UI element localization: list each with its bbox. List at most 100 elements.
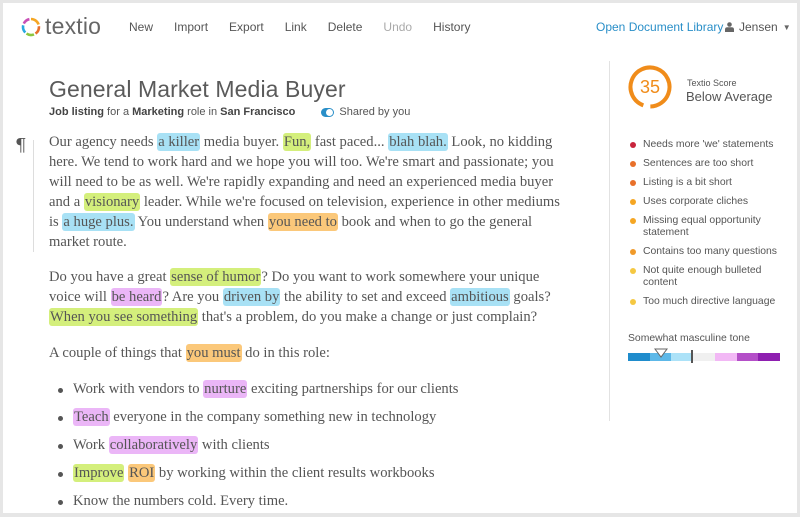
severity-dot-icon bbox=[630, 248, 636, 255]
issue-item[interactable]: Sentences are too short bbox=[627, 158, 797, 171]
highlight-blue[interactable]: blah blah. bbox=[388, 133, 448, 151]
nav-import[interactable]: Import bbox=[174, 20, 208, 34]
document-title[interactable]: General Market Media Buyer bbox=[49, 76, 346, 103]
bullet-item: Work collaboratively with clients bbox=[49, 436, 569, 456]
issue-item[interactable]: Missing equal opportunity statement bbox=[627, 215, 797, 240]
text-run: the ability to set and exceed bbox=[280, 289, 451, 306]
bullet-list: Work with vendors to nurture exciting pa… bbox=[49, 380, 569, 512]
highlight-orange[interactable]: you need to bbox=[267, 212, 338, 231]
severity-dot-icon bbox=[630, 142, 636, 148]
issue-label: Uses corporate cliches bbox=[643, 195, 749, 207]
highlight-green[interactable]: Improve bbox=[73, 464, 125, 483]
text-run: Work bbox=[73, 437, 109, 454]
paragraph-marker bbox=[33, 140, 34, 252]
highlight-purple[interactable]: Teach bbox=[73, 408, 110, 427]
issues-list: Needs more 'we' statements Sentences are … bbox=[627, 139, 797, 315]
bullet-item: Know the numbers cold. Every time. bbox=[49, 492, 569, 512]
user-name: Jensen bbox=[739, 20, 778, 34]
issue-label: Contains too many questions bbox=[643, 245, 778, 257]
severity-dot-icon bbox=[630, 198, 636, 205]
issue-item[interactable]: Too much directive language bbox=[627, 296, 797, 309]
text-run: goals? bbox=[509, 289, 551, 306]
issue-label: Missing equal opportunity statement bbox=[643, 214, 761, 239]
highlight-green[interactable]: Fun, bbox=[282, 133, 312, 151]
issue-label: Not quite enough bulleted content bbox=[643, 264, 762, 289]
paragraph: Our agency needs a killer media buyer. F… bbox=[49, 133, 569, 252]
highlight-blue[interactable]: a killer bbox=[157, 133, 201, 151]
highlight-orange[interactable]: ROI bbox=[128, 464, 156, 483]
highlight-green[interactable]: sense of humor bbox=[170, 268, 262, 287]
highlight-green[interactable]: visionary bbox=[83, 192, 141, 211]
highlight-purple[interactable]: nurture bbox=[203, 380, 248, 399]
subtitle-role[interactable]: Marketing bbox=[132, 106, 184, 118]
nav-new[interactable]: New bbox=[129, 20, 153, 34]
logo-text: textio bbox=[45, 13, 102, 39]
open-document-library-link[interactable]: Open Document Library bbox=[596, 20, 723, 34]
nav-undo[interactable]: Undo bbox=[383, 20, 412, 34]
toggle-switch-icon bbox=[321, 107, 335, 117]
bullet-item: Work with vendors to nurture exciting pa… bbox=[49, 380, 569, 400]
highlight-blue[interactable]: ambitious bbox=[450, 288, 510, 307]
subtitle-type: Job listing bbox=[49, 106, 104, 118]
tone-indicator-icon bbox=[654, 348, 669, 358]
text-run: ? Are you bbox=[162, 289, 223, 306]
paragraph: A couple of things that you must do in t… bbox=[49, 344, 569, 364]
highlight-blue[interactable]: driven by bbox=[222, 288, 281, 307]
text-run: that's a problem, do you make a change o… bbox=[198, 309, 538, 326]
user-menu[interactable]: Jensen ▼ bbox=[725, 20, 791, 34]
paragraph: Do you have a great sense of humor? Do y… bbox=[49, 268, 569, 328]
severity-dot-icon bbox=[630, 217, 636, 224]
nav-delete[interactable]: Delete bbox=[328, 20, 363, 34]
text-run: everyone in the company something new in… bbox=[109, 409, 437, 426]
highlight-blue[interactable]: a huge plus. bbox=[62, 212, 135, 231]
issue-item[interactable]: Not quite enough bulleted content bbox=[627, 265, 797, 290]
text-run: do in this role: bbox=[241, 345, 330, 362]
tone-segment bbox=[693, 353, 715, 361]
issue-item[interactable]: Uses corporate cliches bbox=[627, 196, 797, 209]
issue-item[interactable]: Listing is a bit short bbox=[627, 177, 797, 190]
top-nav: textio New Import Export Link Delete Und… bbox=[3, 3, 797, 53]
subtitle-for: for a bbox=[104, 106, 133, 118]
text-run: by working within the client results wor… bbox=[155, 465, 435, 482]
document-editor[interactable]: Our agency needs a killer media buyer. F… bbox=[49, 133, 569, 513]
text-run: Do you have a great bbox=[49, 269, 171, 286]
text-run: A couple of things that bbox=[49, 345, 186, 362]
highlight-green[interactable]: When you see something bbox=[49, 308, 199, 327]
severity-dot-icon bbox=[630, 267, 636, 274]
shared-label: Shared by you bbox=[339, 106, 411, 118]
score-rating: Below Average bbox=[686, 89, 773, 104]
toolbar: New Import Export Link Delete Undo Histo… bbox=[129, 20, 491, 34]
app-window: textio New Import Export Link Delete Und… bbox=[3, 3, 797, 513]
nav-export[interactable]: Export bbox=[229, 20, 264, 34]
bullet-item: Improve ROI by working within the client… bbox=[49, 464, 569, 484]
text-run: Work with vendors to bbox=[73, 381, 204, 398]
textio-logo[interactable]: textio bbox=[21, 13, 102, 39]
logo-ring-icon bbox=[21, 17, 41, 37]
text-run: fast paced... bbox=[311, 134, 389, 150]
tone-neutral-marker bbox=[691, 350, 693, 363]
nav-history[interactable]: History bbox=[433, 20, 470, 34]
issue-item[interactable]: Contains too many questions bbox=[627, 246, 797, 259]
paragraph-icon[interactable]: ¶ bbox=[15, 135, 26, 156]
tone-segment bbox=[628, 353, 650, 361]
shared-toggle[interactable]: Shared by you bbox=[321, 106, 410, 118]
text-run: You understand when bbox=[134, 213, 268, 230]
severity-dot-icon bbox=[630, 179, 636, 186]
nav-link[interactable]: Link bbox=[285, 20, 307, 34]
subtitle-in: role in bbox=[184, 106, 221, 118]
subtitle-location[interactable]: San Francisco bbox=[220, 106, 295, 118]
text-run: Know the numbers cold. Every time. bbox=[73, 493, 289, 510]
highlight-orange[interactable]: you must bbox=[185, 344, 242, 363]
tone-label: Somewhat masculine tone bbox=[628, 333, 750, 344]
tone-segment bbox=[671, 353, 694, 361]
issue-item[interactable]: Needs more 'we' statements bbox=[627, 139, 797, 152]
issue-label: Sentences are too short bbox=[643, 157, 754, 169]
issue-label: Listing is a bit short bbox=[643, 176, 732, 188]
highlight-purple[interactable]: be heard bbox=[110, 288, 163, 307]
score-label: Textio Score bbox=[687, 78, 737, 88]
highlight-purple[interactable]: collaboratively bbox=[108, 436, 199, 455]
tone-segment bbox=[714, 353, 737, 361]
tone-meter bbox=[628, 353, 781, 361]
caret-down-icon: ▼ bbox=[782, 22, 791, 32]
text-run: media buyer. bbox=[200, 134, 283, 150]
